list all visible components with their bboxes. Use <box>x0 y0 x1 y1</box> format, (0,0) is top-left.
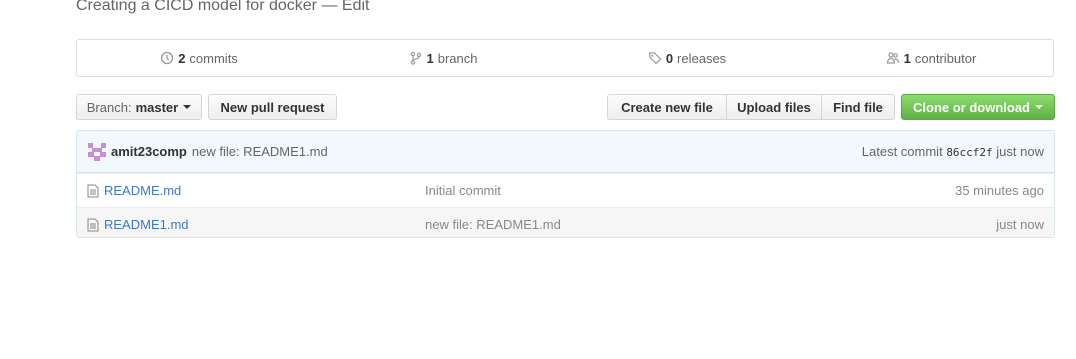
branches-label: branch <box>437 50 478 66</box>
repo-summary-bar: 2 commits 1 branch 0 releases 1 contribu… <box>76 39 1054 77</box>
file-age: just now <box>996 217 1044 232</box>
latest-commit-label: Latest commit <box>861 144 943 159</box>
latest-commit-bar: amit23comp new file: README1.md Latest c… <box>77 131 1054 173</box>
file-name-link[interactable]: README.md <box>104 183 181 198</box>
tag-icon <box>648 52 662 65</box>
contributors-count: 1 <box>903 50 911 66</box>
file-age: 35 minutes ago <box>955 183 1044 198</box>
contributors-label: contributor <box>914 50 977 66</box>
history-icon <box>161 51 174 65</box>
file-icon <box>87 218 99 231</box>
file-icon <box>87 184 99 197</box>
clone-or-download-button[interactable]: Clone or download <box>901 94 1055 120</box>
commit-message[interactable]: new file: README1.md <box>192 144 328 159</box>
separator: — <box>321 0 338 14</box>
edit-link[interactable]: Edit <box>342 0 370 14</box>
file-name-link[interactable]: README1.md <box>104 217 189 232</box>
file-commit-message[interactable]: Initial commit <box>425 183 501 198</box>
table-row: README.md Initial commit 35 minutes ago <box>77 173 1054 207</box>
releases-count: 0 <box>665 50 674 66</box>
commits-label: commits <box>189 50 238 66</box>
branch-prefix: Branch: <box>86 99 132 115</box>
chevron-down-icon <box>183 105 192 109</box>
file-commit-message[interactable]: new file: README1.md <box>425 217 561 232</box>
git-branch-icon <box>410 51 421 65</box>
commit-author[interactable]: amit23comp <box>111 144 187 159</box>
branch-name: master <box>135 99 179 115</box>
upload-files-button[interactable]: Upload files <box>726 94 822 120</box>
table-row: README1.md new file: README1.md just now <box>77 207 1054 237</box>
commit-sha[interactable]: 86ccf2f <box>946 146 992 159</box>
clone-label: Clone or download <box>913 99 1030 115</box>
commit-time: just now <box>996 144 1044 159</box>
branches-summary[interactable]: 1 branch <box>321 51 565 66</box>
find-file-button[interactable]: Find file <box>821 94 895 120</box>
description-text: Creating a CICD model for docker <box>76 0 317 14</box>
branch-select-button[interactable]: Branch: master <box>76 94 202 120</box>
chevron-down-icon <box>1035 105 1043 109</box>
repo-description: Creating a CICD model for docker — Edit <box>76 0 369 15</box>
avatar[interactable] <box>88 142 106 161</box>
commits-summary[interactable]: 2 commits <box>77 51 321 66</box>
people-icon <box>886 52 899 64</box>
releases-label: releases <box>677 50 727 66</box>
latest-commit-info: Latest commit 86ccf2f just now <box>862 144 1044 159</box>
branches-count: 1 <box>426 50 434 66</box>
file-list: amit23comp new file: README1.md Latest c… <box>76 130 1055 238</box>
file-actions-group: Create new file Upload files Find file <box>607 94 895 120</box>
releases-summary[interactable]: 0 releases <box>565 51 809 66</box>
new-pull-request-button[interactable]: New pull request <box>208 94 337 120</box>
commits-count: 2 <box>178 50 186 66</box>
create-new-file-button[interactable]: Create new file <box>607 94 727 120</box>
contributors-summary[interactable]: 1 contributor <box>809 51 1053 66</box>
